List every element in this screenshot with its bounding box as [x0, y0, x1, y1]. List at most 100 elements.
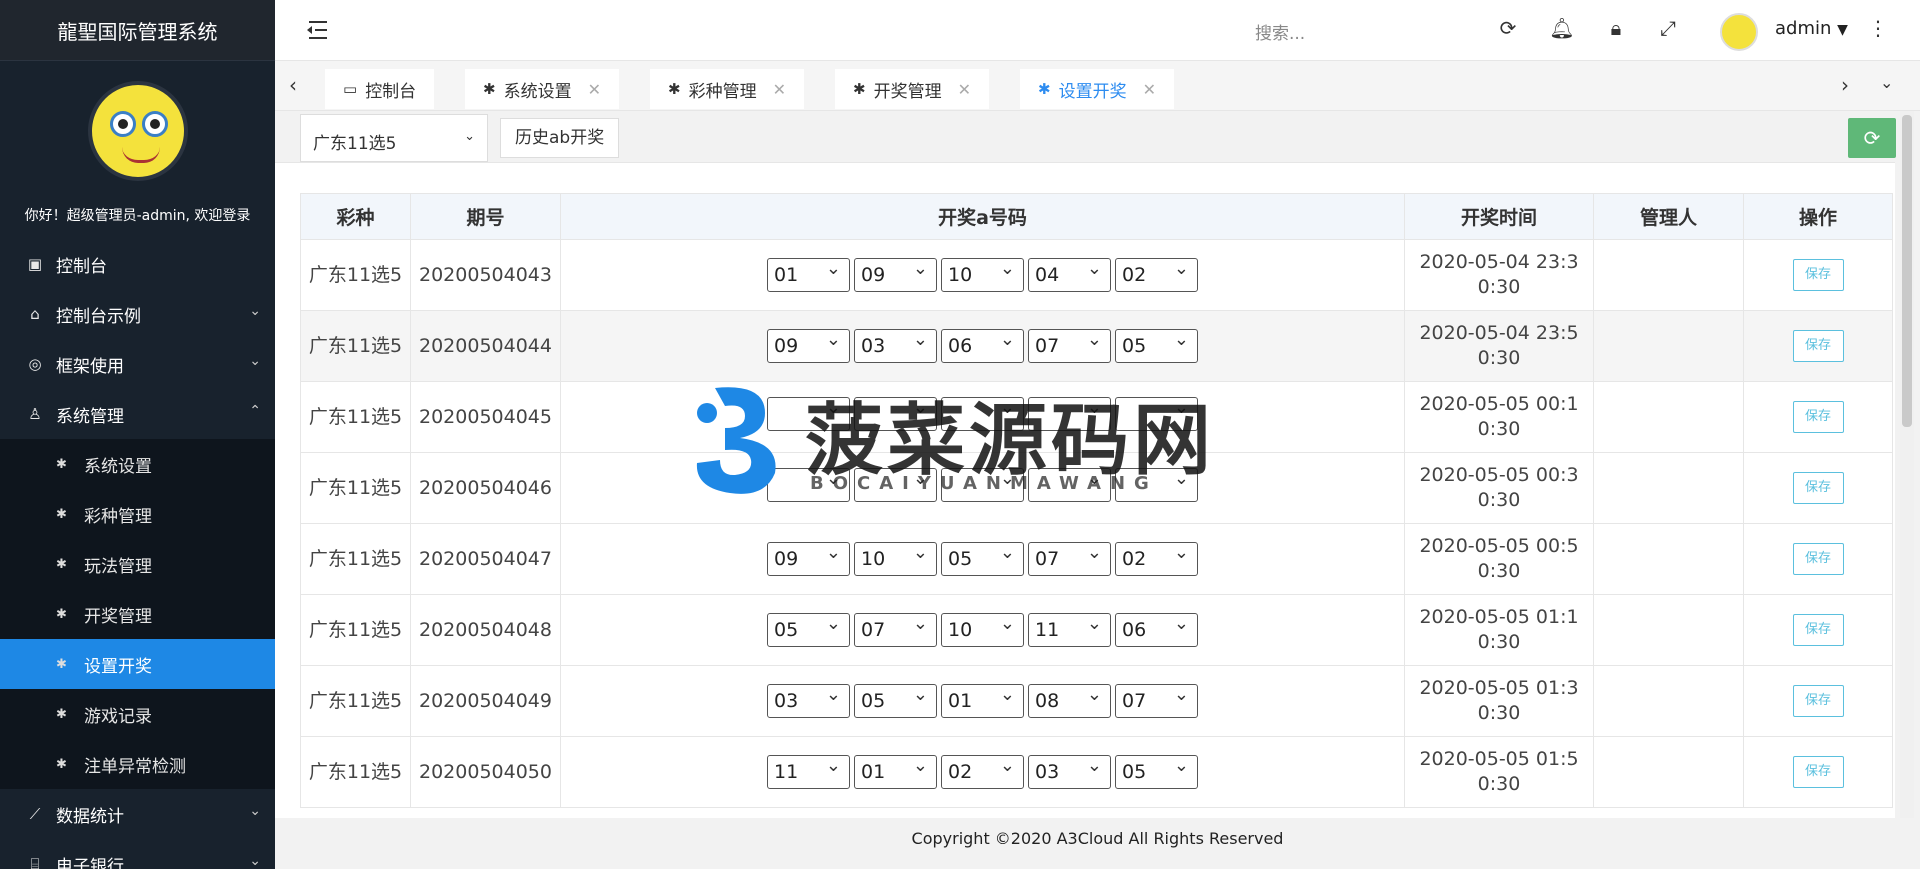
number-select[interactable]: 01 [767, 253, 850, 292]
numbers-cell: 0305010807 [560, 665, 1405, 737]
chevron-down-icon: ⌄ [249, 303, 261, 319]
number-select[interactable]: 05 [1115, 750, 1198, 789]
number-select[interactable]: 02 [1115, 537, 1198, 576]
number-select[interactable]: 06 [1115, 608, 1198, 647]
lock-icon[interactable]: 🔒︎ [1603, 16, 1629, 40]
sidebar-item-lottery-management[interactable]: ✱ 彩种管理 [0, 489, 275, 539]
save-button[interactable]: 保存 [1792, 614, 1844, 646]
number-select[interactable]: 02 [1115, 253, 1198, 292]
number-select[interactable]: 10 [941, 608, 1024, 647]
close-icon[interactable]: ✕ [958, 80, 971, 99]
number-select[interactable]: 11 [767, 750, 850, 789]
number-select[interactable]: 07 [854, 608, 937, 647]
save-button[interactable]: 保存 [1792, 472, 1844, 504]
action-cell: 保存 [1743, 665, 1893, 737]
sidebar-item-system-management[interactable]: ♙ 系统管理 ⌃ [0, 389, 275, 439]
sidebar-item-label: 设置开奖 [84, 656, 152, 677]
fullscreen-icon[interactable]: ⤢ [1655, 16, 1681, 40]
action-cell: 保存 [1743, 736, 1893, 808]
number-select[interactable]: 05 [1115, 324, 1198, 363]
sidebar-item-play-management[interactable]: ✱ 玩法管理 [0, 539, 275, 589]
search-input[interactable]: 搜索... [1255, 19, 1305, 44]
number-select[interactable]: 10 [941, 253, 1024, 292]
tab-set-draw[interactable]: ✱ 设置开奖 ✕ [1020, 69, 1174, 109]
time-cell: 2020-05-05 00:50:30 [1404, 523, 1594, 595]
tab-scroll-right-icon[interactable]: › [1841, 73, 1849, 97]
bell-icon[interactable]: 🔔︎ [1549, 16, 1575, 40]
number-select[interactable]: 09 [854, 253, 937, 292]
save-button[interactable]: 保存 [1792, 401, 1844, 433]
time-cell: 2020-05-04 23:30:30 [1404, 239, 1594, 311]
sidebar-item-set-draw[interactable]: ✱ 设置开奖 [0, 639, 275, 689]
number-select[interactable]: 05 [854, 679, 937, 718]
save-button[interactable]: 保存 [1792, 330, 1844, 362]
user-menu[interactable]: admin ▼ [1775, 18, 1848, 39]
caret-down-icon: ▼ [1837, 22, 1848, 38]
close-icon[interactable]: ✕ [1143, 80, 1156, 99]
more-vertical-icon[interactable]: ⋮ [1865, 16, 1891, 40]
save-button[interactable]: 保存 [1792, 543, 1844, 575]
number-select[interactable]: 07 [1028, 324, 1111, 363]
history-ab-draw-button[interactable]: 历史ab开奖 [500, 118, 620, 158]
sidebar-item-game-records[interactable]: ✱ 游戏记录 [0, 689, 275, 739]
palm-icon: ✱ [56, 756, 67, 772]
save-button[interactable]: 保存 [1792, 685, 1844, 717]
manager-cell [1593, 239, 1744, 311]
table-row: 广东11选5 20200504050 1101020305 2020-05-05… [300, 736, 1893, 808]
number-select[interactable]: 03 [854, 324, 937, 363]
refresh-icon[interactable]: ⟳ [1495, 16, 1521, 40]
save-button[interactable]: 保存 [1792, 756, 1844, 788]
number-select[interactable]: 07 [1115, 679, 1198, 718]
lottery-select[interactable]: 广东11选5 ⌄ [300, 114, 488, 162]
manager-cell [1593, 665, 1744, 737]
tab-label: 设置开奖 [1058, 81, 1127, 102]
tab-system-settings[interactable]: ✱ 系统设置 ✕ [465, 69, 619, 109]
tab-lottery-management[interactable]: ✱ 彩种管理 ✕ [650, 69, 804, 109]
ok-icon: ◎ [28, 355, 42, 373]
number-select[interactable]: 08 [1028, 679, 1111, 718]
sidebar-item-e-bank[interactable]: ⌸ 电子银行 ⌄ [0, 839, 275, 869]
number-select[interactable]: 05 [767, 608, 850, 647]
number-select[interactable]: 11 [1028, 608, 1111, 647]
number-select[interactable]: 10 [854, 537, 937, 576]
number-select[interactable]: 01 [941, 679, 1024, 718]
tab-dashboard[interactable]: ▭ 控制台 [325, 69, 435, 109]
sidebar-item-dashboard-examples[interactable]: ⌂ 控制台示例 ⌄ [0, 289, 275, 339]
number-select[interactable]: 02 [941, 750, 1024, 789]
tab-scroll-left-icon[interactable]: ‹ [289, 73, 297, 97]
sidebar-item-draw-management[interactable]: ✱ 开奖管理 [0, 589, 275, 639]
number-select[interactable]: 03 [767, 679, 850, 718]
number-select[interactable]: 06 [941, 324, 1024, 363]
header-avatar[interactable] [1720, 13, 1758, 51]
number-select[interactable]: 01 [854, 750, 937, 789]
number-select[interactable]: 09 [767, 324, 850, 363]
sidebar-item-dashboard[interactable]: ▣ 控制台 [0, 239, 275, 289]
hamburger-line [315, 29, 327, 31]
time-cell: 2020-05-05 01:50:30 [1404, 736, 1594, 808]
lottery-cell: 广东11选5 [300, 665, 411, 737]
tab-draw-management[interactable]: ✱ 开奖管理 ✕ [835, 69, 989, 109]
column-header: 操作 [1743, 193, 1893, 240]
number-select[interactable]: 03 [1028, 750, 1111, 789]
tab-bar: ‹ ▭ 控制台 ✱ 系统设置 ✕ ✱ 彩种管理 ✕ ✱ 开奖管理 ✕ ✱ 设置开… [275, 61, 1920, 111]
refresh-button[interactable]: ⟳ [1848, 118, 1896, 158]
number-select[interactable]: 09 [767, 537, 850, 576]
scrollbar-thumb[interactable] [1902, 115, 1912, 427]
palm-icon: ✱ [56, 506, 67, 522]
number-select[interactable]: 05 [941, 537, 1024, 576]
issue-cell: 20200504047 [410, 523, 561, 595]
action-cell: 保存 [1743, 523, 1893, 595]
close-icon[interactable]: ✕ [588, 80, 601, 99]
sidebar-item-bet-anomaly[interactable]: ✱ 注单异常检测 [0, 739, 275, 789]
sidebar-item-system-settings[interactable]: ✱ 系统设置 [0, 439, 275, 489]
save-button[interactable]: 保存 [1792, 259, 1844, 291]
sidebar-item-framework[interactable]: ◎ 框架使用 ⌄ [0, 339, 275, 389]
close-icon[interactable]: ✕ [773, 80, 786, 99]
vertical-scrollbar[interactable] [1900, 111, 1914, 818]
number-select[interactable]: 04 [1028, 253, 1111, 292]
menu-toggle-icon[interactable] [305, 18, 329, 42]
palm-icon: ✱ [56, 456, 67, 472]
chevron-down-icon[interactable]: ⌄ [1880, 73, 1893, 92]
sidebar-item-statistics[interactable]: ⟋ 数据统计 ⌄ [0, 789, 275, 839]
number-select[interactable]: 07 [1028, 537, 1111, 576]
